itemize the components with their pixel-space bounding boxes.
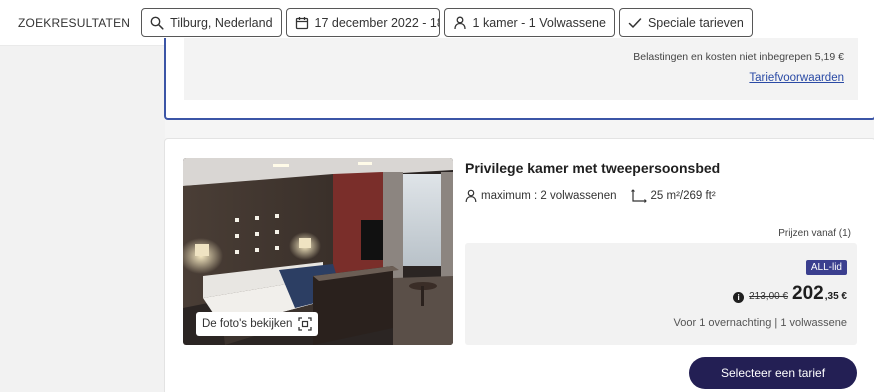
checkmark-icon bbox=[628, 17, 642, 28]
room-title: Privilege kamer met tweepersoonsbed bbox=[465, 160, 721, 176]
person-icon bbox=[453, 16, 466, 29]
room-size: 25 m²/269 ft² bbox=[630, 189, 716, 203]
filters-sidebar bbox=[0, 46, 165, 392]
room-size-icon bbox=[630, 189, 647, 203]
current-price: 202 bbox=[792, 283, 824, 304]
dates-filter-label: 17 december 2022 - 18... bbox=[314, 15, 439, 30]
original-price: 213,00 € bbox=[749, 291, 789, 302]
info-icon[interactable]: i bbox=[733, 292, 745, 303]
room-photo[interactable]: De foto's bekijken bbox=[183, 158, 453, 345]
room-specs: maximum : 2 volwassenen 25 m²/269 ft² bbox=[465, 189, 730, 203]
price-line: i 213,00 € 202 ,35 € bbox=[733, 283, 847, 305]
prices-from-label: Prijzen vanaf (1) bbox=[778, 228, 851, 239]
member-badge: ALL-lid bbox=[805, 260, 847, 275]
price-note: Voor 1 overnachting | 1 volwassene bbox=[673, 317, 847, 329]
current-price-cents: ,35 € bbox=[824, 291, 847, 302]
person-icon bbox=[465, 189, 477, 203]
location-filter-button[interactable]: Tilburg, Nederland bbox=[141, 8, 282, 37]
rate-terms-link[interactable]: Tariefvoorwaarden bbox=[749, 72, 844, 84]
special-rates-filter-label: Speciale tarieven bbox=[647, 15, 744, 30]
special-rates-filter-button[interactable]: Speciale tarieven bbox=[618, 8, 753, 37]
dates-filter-button[interactable]: 17 december 2022 - 18... bbox=[285, 8, 440, 37]
view-photos-label: De foto's bekijken bbox=[202, 318, 293, 330]
page-title: ZOEKRESULTATEN bbox=[18, 15, 131, 30]
search-icon bbox=[150, 16, 164, 30]
room-capacity-label: maximum : 2 volwassenen bbox=[481, 190, 617, 202]
previous-offer-card: Belastingen en kosten niet inbegrepen 5,… bbox=[164, 38, 874, 120]
calendar-icon bbox=[295, 16, 308, 29]
select-rate-button[interactable]: Selecteer een tarief bbox=[689, 357, 857, 389]
room-capacity: maximum : 2 volwassenen bbox=[465, 189, 617, 203]
guests-filter-button[interactable]: 1 kamer - 1 Volwassene bbox=[443, 8, 615, 37]
room-card: De foto's bekijken Privilege kamer met t… bbox=[164, 138, 874, 392]
gallery-expand-icon bbox=[298, 317, 313, 331]
room-size-label: 25 m²/269 ft² bbox=[650, 190, 716, 202]
tax-note: Belastingen en kosten niet inbegrepen 5,… bbox=[633, 51, 844, 63]
previous-offer-price-panel: Belastingen en kosten niet inbegrepen 5,… bbox=[184, 38, 858, 100]
location-filter-label: Tilburg, Nederland bbox=[170, 15, 273, 30]
guests-filter-label: 1 kamer - 1 Volwassene bbox=[472, 15, 606, 30]
rate-price-panel: ALL-lid i 213,00 € 202 ,35 € Voor 1 over… bbox=[465, 243, 857, 345]
view-photos-button[interactable]: De foto's bekijken bbox=[196, 312, 319, 336]
